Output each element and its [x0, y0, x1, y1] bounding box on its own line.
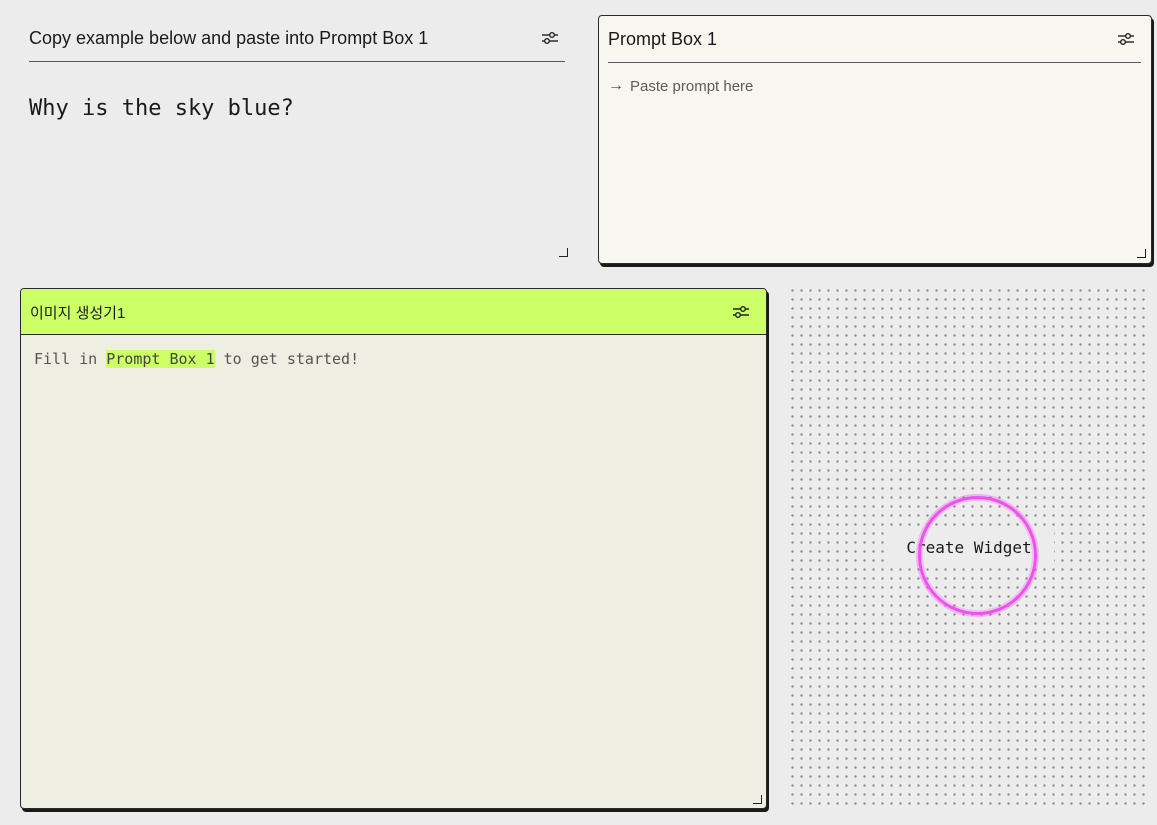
resize-handle-icon[interactable]	[1137, 249, 1146, 258]
example-panel-title: Copy example below and paste into Prompt…	[29, 28, 429, 48]
image-generator-title: 이미지 생성기1	[30, 305, 126, 322]
image-generator-panel: 이미지 생성기1 Fill in Prompt Box 1 to get sta…	[20, 288, 767, 809]
resize-handle-icon[interactable]	[559, 248, 568, 257]
example-panel: Copy example below and paste into Prompt…	[29, 18, 568, 262]
settings-sliders-icon[interactable]	[731, 304, 751, 320]
prompt-box-panel: Prompt Box 1 →	[598, 15, 1152, 264]
image-generator-message: Fill in Prompt Box 1 to get started!	[34, 350, 359, 368]
arrow-right-icon: →	[608, 77, 624, 94]
prompt-input-row: →	[608, 74, 1128, 98]
settings-sliders-icon[interactable]	[1116, 31, 1136, 47]
dotted-canvas[interactable]: Create Widget	[788, 286, 1150, 810]
example-prompt-text: Why is the sky blue?	[29, 96, 294, 121]
settings-sliders-icon[interactable]	[540, 30, 560, 46]
prompt-input[interactable]	[630, 77, 1110, 95]
example-panel-header: Copy example below and paste into Prompt…	[29, 18, 565, 62]
resize-handle-icon[interactable]	[753, 795, 762, 804]
prompt-box-title: Prompt Box 1	[608, 29, 718, 49]
prompt-box-reference: Prompt Box 1	[106, 350, 215, 368]
image-generator-header: 이미지 생성기1	[21, 289, 766, 335]
prompt-box-header: Prompt Box 1	[608, 16, 1141, 63]
message-prefix: Fill in	[34, 350, 107, 368]
message-suffix: to get started!	[214, 350, 360, 368]
create-widget-button[interactable]: Create Widget	[884, 530, 1054, 564]
